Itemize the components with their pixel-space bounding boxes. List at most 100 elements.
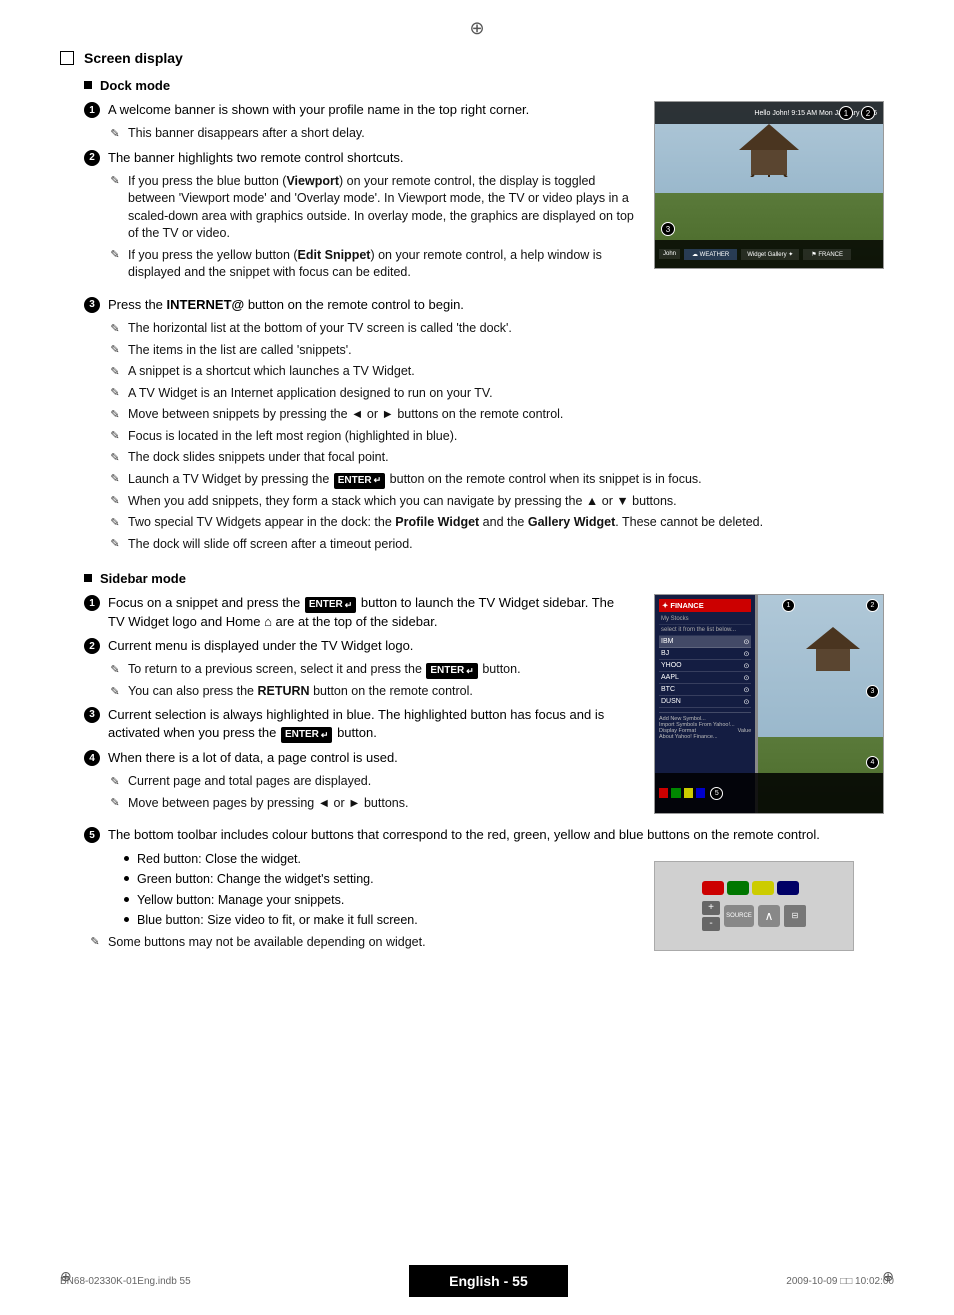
sidebar-mode-title: Sidebar mode	[100, 571, 186, 586]
bottom-right-crosshair-icon: ⊕	[882, 1268, 894, 1285]
dock-item-1-text: A welcome banner is shown with your prof…	[108, 101, 634, 119]
dock-mode-header: Dock mode	[84, 78, 894, 93]
badge-2: 2	[861, 106, 875, 120]
sidebar-badge-4: 4	[866, 756, 879, 769]
dock-mode-text-col: 1 A welcome banner is shown with your pr…	[60, 101, 634, 286]
dock-mode-title: Dock mode	[100, 78, 170, 93]
sidebar-badge-5: 5	[710, 787, 723, 800]
dock-item-3-text: Press the INTERNET@ button on the remote…	[108, 296, 894, 314]
sidebar-mode-header: Sidebar mode	[84, 571, 894, 586]
dock-note-3-3: ✎ A snippet is a shortcut which launches…	[108, 363, 894, 381]
misc-btn[interactable]: ⊟	[784, 905, 806, 927]
source-btn[interactable]: SOURCE	[724, 905, 754, 927]
up-btn[interactable]: ∧	[758, 905, 780, 927]
dock-item-2-note1: ✎ If you press the blue button (Viewport…	[108, 173, 634, 243]
bullet-red: Red button: Close the widget.	[124, 851, 634, 869]
sidebar-item-3: 3 Current selection is always highlighte…	[84, 706, 634, 743]
enter-btn-sidebar-3: ENTER	[281, 727, 332, 743]
pencil-icon-11: ✎	[108, 472, 122, 486]
sidebar-mode-screenshot: ✦ FINANCE My Stocks select it from the l…	[654, 594, 884, 814]
dock-item-3: 3 Press the INTERNET@ button on the remo…	[84, 296, 894, 314]
remote-green-btn[interactable]	[727, 881, 749, 895]
badge-3: 3	[661, 222, 675, 236]
enter-btn-sidebar-2: ENTER	[426, 663, 477, 679]
sidebar-note-4-1-text: Current page and total pages are display…	[128, 773, 634, 791]
top-crosshair-icon: ⊕	[469, 18, 484, 39]
footer-center: English - 55	[409, 1265, 568, 1297]
dock-note-3-10-text: Two special TV Widgets appear in the doc…	[128, 514, 894, 532]
remote-buttons: + - SOURCE ∧ ⊟	[702, 881, 806, 931]
bullet-yellow: Yellow button: Manage your snippets.	[124, 892, 634, 910]
dock-item-2-text: The banner highlights two remote control…	[108, 149, 634, 167]
sidebar-row-aapl: AAPL⊙	[659, 672, 751, 684]
black-square-icon	[84, 81, 92, 89]
bullet-yellow-text: Yellow button: Manage your snippets.	[137, 892, 344, 910]
sidebar-note-4-2-text: Move between pages by pressing ◄ or ► bu…	[128, 795, 634, 813]
color-buttons-row	[702, 881, 806, 895]
footer-left: BN68-02330K-01Eng.indb 55	[60, 1276, 191, 1287]
sidebar-mode-image-col: ✦ FINANCE My Stocks select it from the l…	[654, 594, 894, 816]
footer-right: 2009-10-09 □□ 10:02:00	[786, 1276, 894, 1287]
num-3-circle: 3	[84, 297, 100, 313]
sidebar-mode-content: 1 Focus on a snippet and press the ENTER…	[60, 594, 894, 816]
dock-note-3-6: ✎ Focus is located in the left most regi…	[108, 428, 894, 446]
pencil-icon-3: ✎	[108, 248, 122, 262]
enter-btn-sidebar-1: ENTER	[305, 597, 356, 613]
dock-item-2-note2-text: If you press the yellow button (Edit Sni…	[128, 247, 634, 282]
dock-item-1-note-text: This banner disappears after a short del…	[128, 125, 634, 143]
minus-btn[interactable]: -	[702, 917, 720, 931]
sidebar-row-ibm: IBM⊙	[659, 636, 751, 648]
plus-btn[interactable]: +	[702, 901, 720, 915]
banner-text: Hello John! 9:15 AM Mon January 1996	[754, 110, 877, 117]
dock-item-2-note2: ✎ If you press the yellow button (Edit S…	[108, 247, 634, 282]
bullet-red-text: Red button: Close the widget.	[137, 851, 301, 869]
sidebar-hut	[798, 625, 868, 675]
dock-note-3-7-text: The dock slides snippets under that foca…	[128, 449, 894, 467]
sidebar-note-4-2: ✎ Move between pages by pressing ◄ or ► …	[108, 795, 634, 813]
sidebar-row-btc: BTC⊙	[659, 684, 751, 696]
sidebar-bottom-bar: 5	[655, 773, 883, 813]
remote-left-group: + - SOURCE ∧ ⊟	[702, 881, 806, 931]
sidebar-row-yhoo: YHOO⊙	[659, 660, 751, 672]
remote-red-btn[interactable]	[702, 881, 724, 895]
dock-note-3-2-text: The items in the list are called 'snippe…	[128, 342, 894, 360]
sidebar-subtitle: My Stocks	[659, 614, 751, 625]
bullet-green: Green button: Change the widget's settin…	[124, 871, 634, 889]
dock-note-3-11-text: The dock will slide off screen after a t…	[128, 536, 894, 554]
black-square-icon-2	[84, 574, 92, 582]
pencil-icon-8: ✎	[108, 407, 122, 421]
dock-note-3-2: ✎ The items in the list are called 'snip…	[108, 342, 894, 360]
remote-yellow-btn[interactable]	[752, 881, 774, 895]
remote-screenshot: + - SOURCE ∧ ⊟	[654, 861, 854, 951]
dock-item-john: John	[659, 249, 680, 259]
pencil-icon: ✎	[108, 126, 122, 140]
bullet-dot-3	[124, 897, 129, 902]
page: ⊕ Screen display Dock mode 1 A welcome b…	[0, 0, 954, 1315]
bar-item-yellow	[684, 788, 693, 798]
dock-item-france: ⚑ FRANCE	[803, 249, 851, 260]
pencil-icon-s3: ✎	[108, 774, 122, 788]
pencil-icon-14: ✎	[108, 537, 122, 551]
sidebar-item-5: 5 The bottom toolbar includes colour but…	[84, 826, 894, 844]
dock-note-3-11: ✎ The dock will slide off screen after a…	[108, 536, 894, 554]
enter-button-inline: ENTER	[334, 473, 385, 489]
sidebar-item-1-text: Focus on a snippet and press the ENTER b…	[108, 594, 634, 631]
sidebar-badge-3: 3	[866, 685, 879, 698]
dock-note-3-5: ✎ Move between snippets by pressing the …	[108, 406, 894, 424]
dock-item-2: 2 The banner highlights two remote contr…	[84, 149, 634, 167]
dock-note-3-4-text: A TV Widget is an Internet application d…	[128, 385, 894, 403]
pencil-icon-s2: ✎	[108, 684, 122, 698]
bar-item-green	[671, 788, 680, 798]
sidebar-num-5: 5	[84, 827, 100, 843]
sidebar-mode-text-col: 1 Focus on a snippet and press the ENTER…	[60, 594, 634, 816]
sidebar-note-2-1-text: To return to a previous screen, select i…	[128, 661, 634, 679]
remote-blue-btn[interactable]	[777, 881, 799, 895]
sidebar-panel-title: ✦ FINANCE	[659, 599, 751, 612]
sidebar-item-2-text: Current menu is displayed under the TV W…	[108, 637, 634, 655]
dock-note-3-1: ✎ The horizontal list at the bottom of y…	[108, 320, 894, 338]
dock-note-3-9: ✎ When you add snippets, they form a sta…	[108, 493, 894, 511]
sidebar-note-2-2: ✎ You can also press the RETURN button o…	[108, 683, 634, 701]
pencil-icon-9: ✎	[108, 429, 122, 443]
sidebar-badge-2: 2	[866, 599, 879, 612]
bullet-green-text: Green button: Change the widget's settin…	[137, 871, 374, 889]
